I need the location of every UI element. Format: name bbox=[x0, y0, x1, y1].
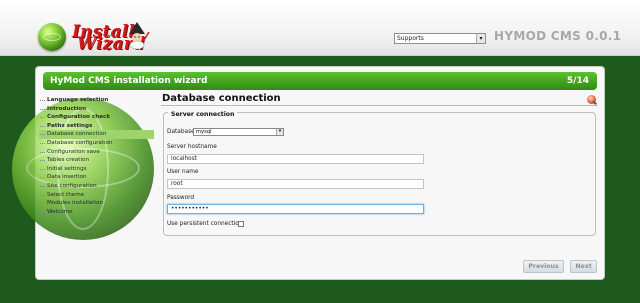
sidebar-item-select-theme: Select theme bbox=[39, 191, 154, 200]
wizard-mascot-icon bbox=[129, 22, 150, 50]
title-divider bbox=[161, 105, 598, 106]
wizard-title: HyMod CMS installation wizard bbox=[50, 76, 208, 86]
database-label: Database bbox=[167, 129, 195, 135]
supports-dropdown-value: Supports bbox=[397, 35, 424, 42]
hostname-input[interactable]: localhost bbox=[167, 154, 424, 164]
supports-dropdown[interactable]: Supports ▾ bbox=[394, 33, 486, 44]
fieldset-legend: Server connection bbox=[168, 111, 238, 118]
password-input[interactable]: ••••••••••• bbox=[167, 204, 424, 214]
sidebar-item-configuration-save: Configuration save bbox=[39, 148, 154, 157]
chevron-down-icon: ▾ bbox=[476, 34, 485, 43]
help-magnifier-icon[interactable] bbox=[587, 95, 596, 104]
sidebar-item-data-insertion: Data insertion bbox=[39, 173, 154, 182]
persistent-connection-checkbox[interactable] bbox=[238, 221, 244, 227]
database-type-select[interactable]: mysql ▾ bbox=[193, 128, 284, 136]
sidebar-item-introduction: Introduction bbox=[39, 105, 154, 114]
sidebar-item-modules-installation: Modules installation bbox=[39, 199, 154, 208]
database-type-value: mysql bbox=[196, 129, 212, 135]
password-label: Password bbox=[167, 195, 195, 201]
persistent-connection-label: Use persistent connection bbox=[167, 221, 243, 227]
next-button[interactable]: Next bbox=[570, 260, 597, 273]
sidebar-item-tables-creation: Tables creation bbox=[39, 156, 154, 165]
previous-button[interactable]: Previous bbox=[523, 260, 564, 273]
top-banner: Install Wizard Supports ▾ HYMOD CMS 0.0.… bbox=[0, 0, 640, 56]
sidebar-item-paths-settings: Paths settings bbox=[39, 122, 154, 131]
sidebar-item-initial-settings: Initial settings bbox=[39, 165, 154, 174]
step-counter: 5/14 bbox=[566, 76, 589, 86]
username-input[interactable]: root bbox=[167, 179, 424, 189]
sidebar-item-language-selection: Language selection bbox=[39, 96, 154, 105]
hostname-label: Server hostname bbox=[167, 144, 217, 150]
wizard-steps-sidebar: Language selection Introduction Configur… bbox=[39, 96, 154, 216]
page-title: Database connection bbox=[162, 93, 281, 104]
sidebar-item-database-configuration: Database configuration bbox=[39, 139, 154, 148]
app-version-title: HYMOD CMS 0.0.1 bbox=[494, 29, 622, 43]
globe-logo-icon bbox=[38, 23, 66, 51]
chevron-down-icon: ▾ bbox=[276, 129, 283, 135]
sidebar-item-site-configuration: Site configuration bbox=[39, 182, 154, 191]
sidebar-item-welcome: Welcome bbox=[39, 208, 154, 217]
wizard-header-bar: HyMod CMS installation wizard 5/14 bbox=[43, 72, 597, 90]
sidebar-item-configuration-check: Configuration check bbox=[39, 113, 154, 122]
username-label: User name bbox=[167, 169, 199, 175]
sidebar-item-database-connection: Database connection bbox=[39, 130, 154, 139]
